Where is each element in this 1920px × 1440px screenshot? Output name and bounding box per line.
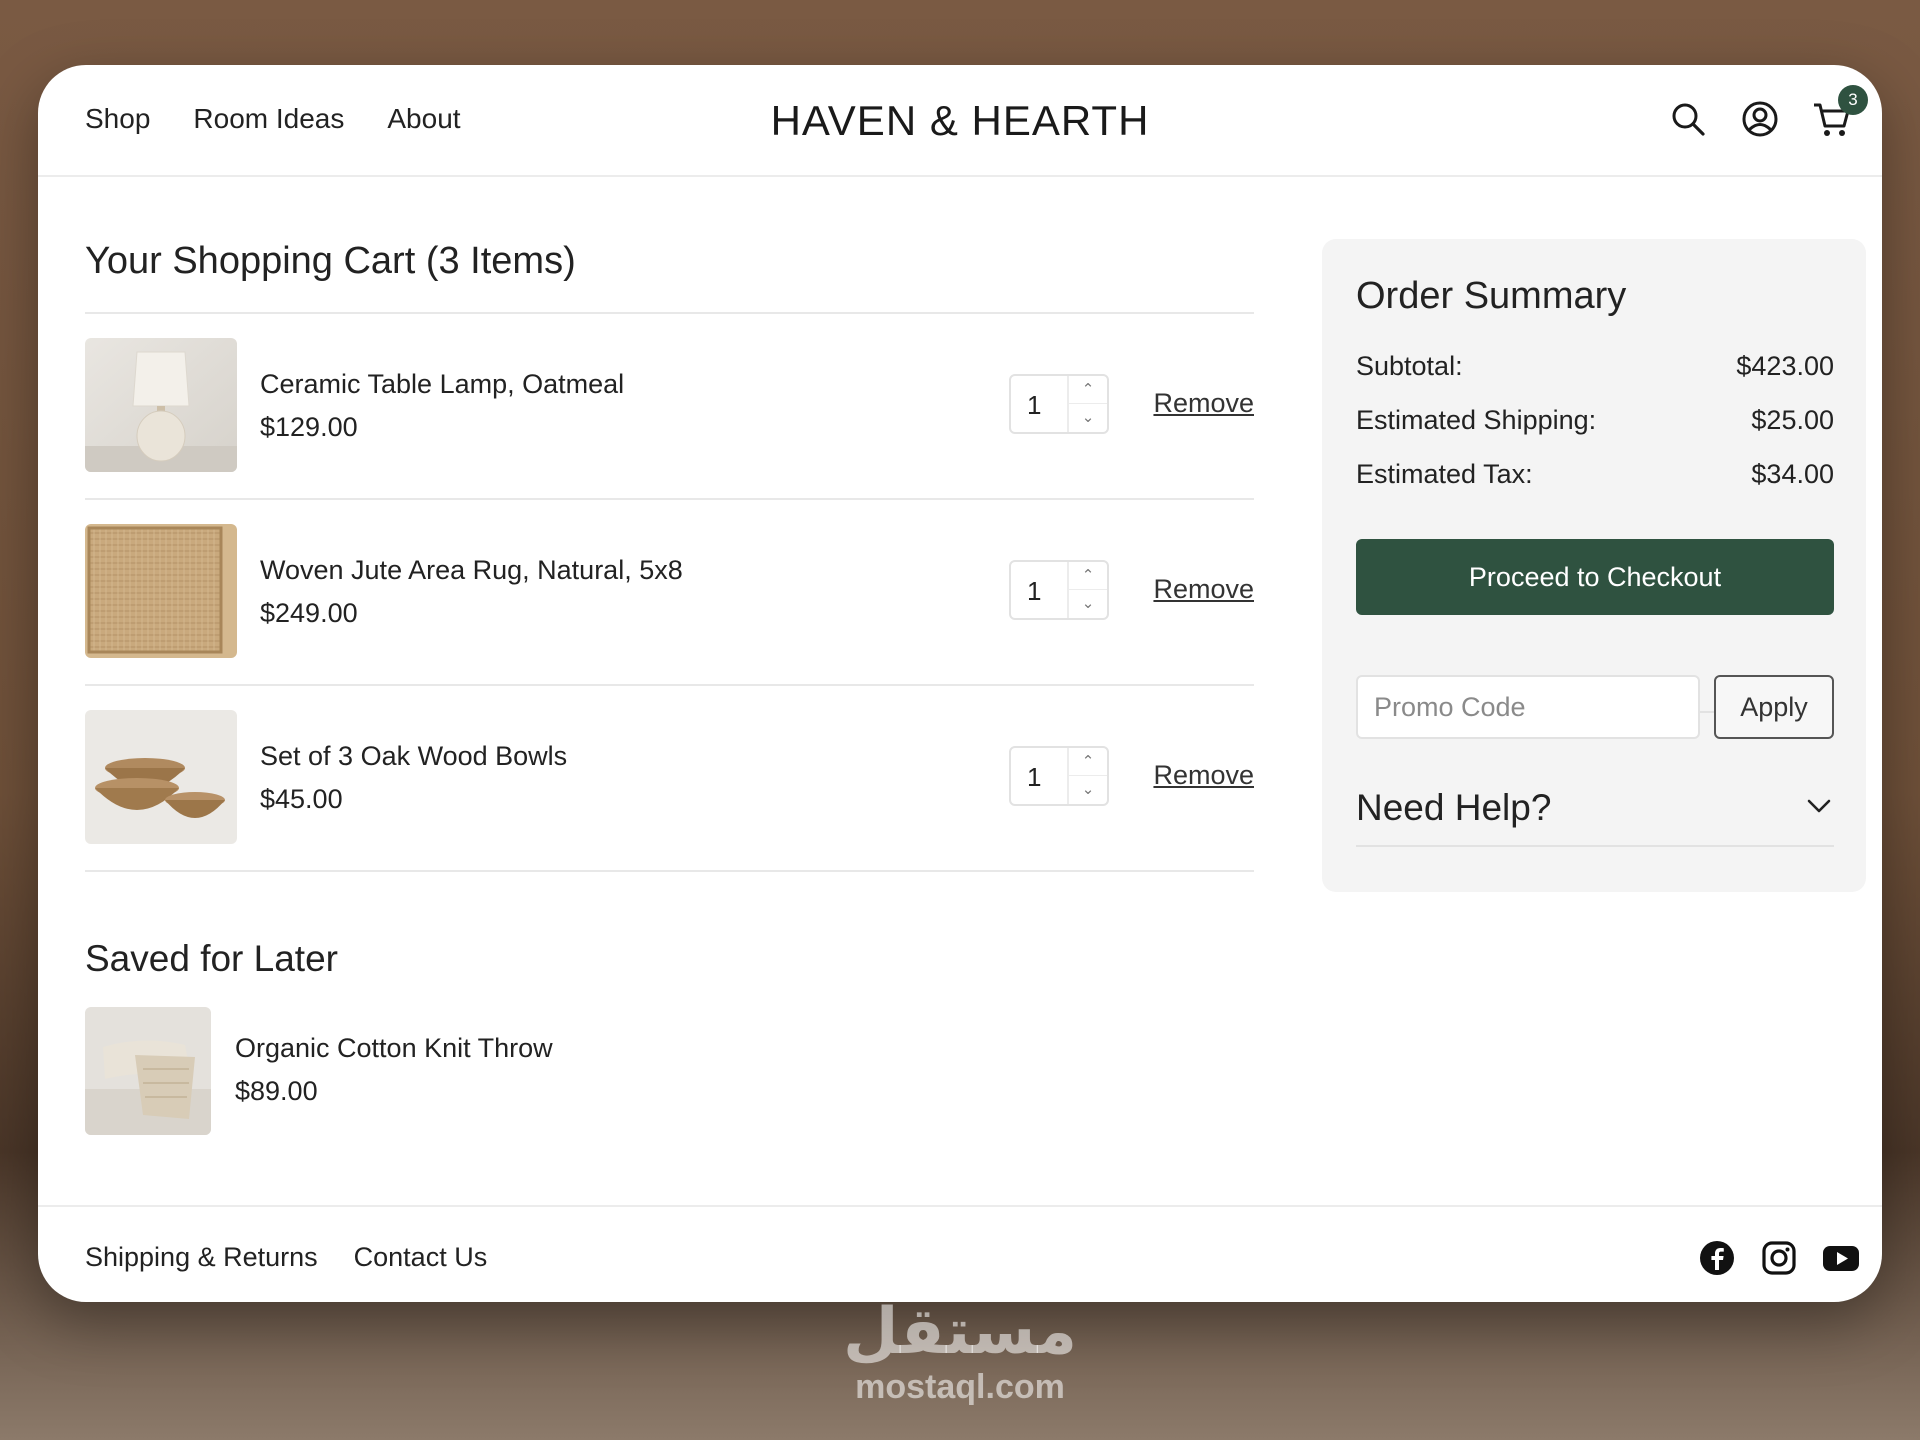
- search-icon[interactable]: [1668, 99, 1708, 139]
- site-footer: Shipping & Returns Contact Us: [38, 1205, 1882, 1302]
- decrement-icon[interactable]: ⌄: [1069, 776, 1107, 804]
- watermark-arabic: مستقل: [842, 1295, 1078, 1369]
- order-summary-panel: Order Summary Subtotal: $423.00 Estimate…: [1322, 239, 1866, 892]
- cart-item: Ceramic Table Lamp, Oatmeal $129.00 1 ⌃ …: [85, 314, 1254, 500]
- remove-link[interactable]: Remove: [1153, 574, 1254, 605]
- footer-shipping-returns[interactable]: Shipping & Returns: [85, 1242, 318, 1273]
- increment-icon[interactable]: ⌃: [1069, 748, 1107, 776]
- account-icon[interactable]: [1740, 99, 1780, 139]
- need-help-label: Need Help?: [1356, 787, 1552, 828]
- product-image-bowls[interactable]: [85, 710, 237, 844]
- stepper-arrows: ⌃ ⌄: [1067, 748, 1107, 804]
- quantity-stepper[interactable]: 1 ⌃ ⌄: [1009, 746, 1109, 806]
- cart-title: Your Shopping Cart (3 Items): [85, 240, 576, 282]
- stepper-arrows: ⌃ ⌄: [1067, 562, 1107, 618]
- stepper-arrows: ⌃ ⌄: [1067, 376, 1107, 432]
- quantity-value[interactable]: 1: [1027, 762, 1041, 793]
- watermark-latin: mostaql.com: [855, 1368, 1065, 1406]
- cart-icon[interactable]: 3: [1812, 85, 1868, 139]
- item-name[interactable]: Set of 3 Oak Wood Bowls: [260, 741, 567, 772]
- cart-item: Woven Jute Area Rug, Natural, 5x8 $249.0…: [85, 500, 1254, 686]
- summary-divider: [1356, 845, 1834, 847]
- increment-icon[interactable]: ⌃: [1069, 376, 1107, 404]
- facebook-icon[interactable]: [1698, 1239, 1736, 1277]
- shipping-value: $25.00: [1751, 405, 1834, 435]
- product-image-rug[interactable]: [85, 524, 237, 658]
- saved-for-later-title: Saved for Later: [85, 938, 338, 979]
- remove-link[interactable]: Remove: [1153, 388, 1254, 419]
- quantity-stepper[interactable]: 1 ⌃ ⌄: [1009, 560, 1109, 620]
- decrement-icon[interactable]: ⌄: [1069, 590, 1107, 618]
- subtotal-value: $423.00: [1736, 351, 1834, 381]
- remove-link[interactable]: Remove: [1153, 760, 1254, 791]
- need-help-accordion[interactable]: Need Help?: [1356, 777, 1834, 837]
- site-header: Shop Room Ideas About HAVEN & HEARTH 3: [38, 65, 1882, 177]
- instagram-icon[interactable]: [1760, 1239, 1798, 1277]
- decrement-icon[interactable]: ⌄: [1069, 404, 1107, 432]
- apply-button[interactable]: Apply: [1714, 675, 1834, 739]
- social-links: [1698, 1239, 1860, 1277]
- cart-count-badge: 3: [1838, 85, 1868, 115]
- product-image-throw[interactable]: [85, 1007, 211, 1135]
- footer-contact-us[interactable]: Contact Us: [354, 1242, 488, 1273]
- order-summary-title: Order Summary: [1356, 275, 1627, 317]
- tax-value: $34.00: [1751, 459, 1834, 489]
- increment-icon[interactable]: ⌃: [1069, 562, 1107, 590]
- item-price: $129.00: [260, 412, 358, 442]
- item-name[interactable]: Woven Jute Area Rug, Natural, 5x8: [260, 555, 683, 586]
- shipping-label: Estimated Shipping:: [1356, 405, 1597, 435]
- item-name[interactable]: Ceramic Table Lamp, Oatmeal: [260, 369, 624, 400]
- checkout-button[interactable]: Proceed to Checkout: [1356, 539, 1834, 615]
- cart-item: Set of 3 Oak Wood Bowls $45.00 1 ⌃ ⌄ Rem…: [85, 686, 1254, 872]
- app-window: Shop Room Ideas About HAVEN & HEARTH 3 Y…: [38, 65, 1882, 1302]
- quantity-value[interactable]: 1: [1027, 576, 1041, 607]
- brand-logo[interactable]: HAVEN & HEARTH: [38, 97, 1882, 145]
- footer-links: Shipping & Returns Contact Us: [85, 1242, 487, 1273]
- tax-label: Estimated Tax:: [1356, 459, 1533, 489]
- watermark: مستقل mostaql.com: [0, 1300, 1920, 1407]
- item-price: $249.00: [260, 598, 358, 628]
- saved-item-name[interactable]: Organic Cotton Knit Throw: [235, 1033, 553, 1064]
- cart-list: Ceramic Table Lamp, Oatmeal $129.00 1 ⌃ …: [85, 312, 1254, 872]
- promo-code-input[interactable]: [1356, 675, 1700, 739]
- item-price: $45.00: [260, 784, 343, 814]
- chevron-down-icon: [1804, 791, 1834, 821]
- product-image-lamp[interactable]: [85, 338, 237, 472]
- quantity-value[interactable]: 1: [1027, 390, 1041, 421]
- saved-item-price: $89.00: [235, 1076, 318, 1106]
- quantity-stepper[interactable]: 1 ⌃ ⌄: [1009, 374, 1109, 434]
- subtotal-label: Subtotal:: [1356, 351, 1463, 381]
- youtube-icon[interactable]: [1822, 1239, 1860, 1277]
- header-actions: 3: [1668, 85, 1868, 139]
